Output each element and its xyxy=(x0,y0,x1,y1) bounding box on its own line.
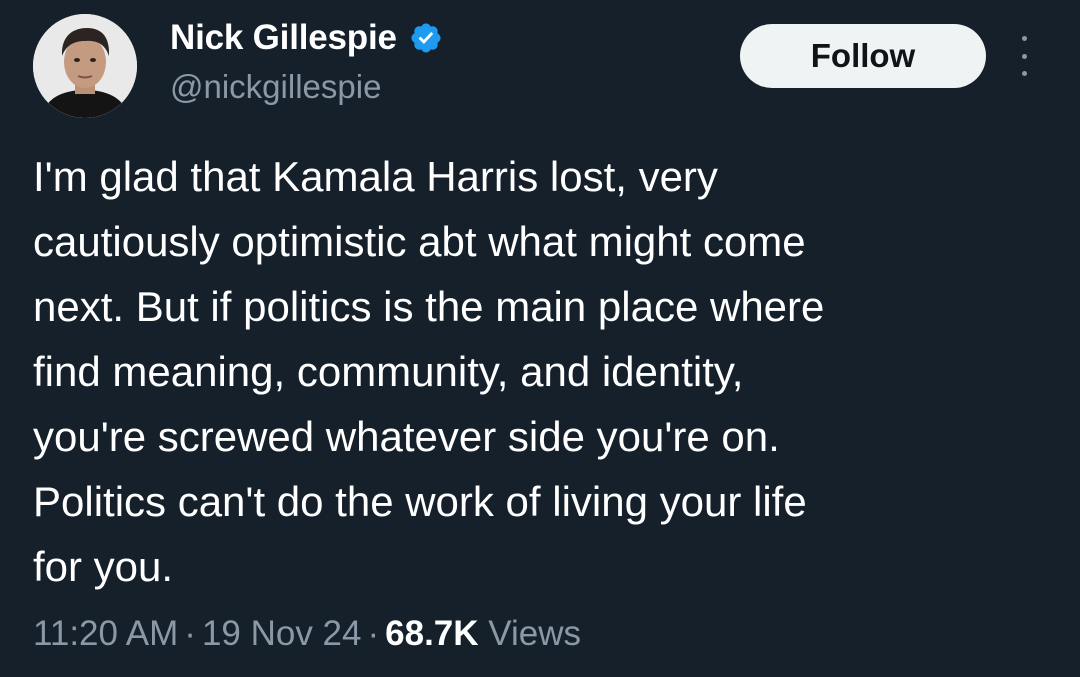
tweet-text-line: find meaning, community, and identity, xyxy=(33,348,744,395)
tweet-text-line: you're screwed whatever side you're on. xyxy=(33,413,780,460)
tweet-time[interactable]: 11:20 AM xyxy=(33,614,178,653)
views-label: Views xyxy=(488,614,582,653)
author-display-name[interactable]: Nick Gillespie xyxy=(170,18,397,58)
meta-separator: · xyxy=(184,614,196,653)
tweet-card: Nick Gillespie @nickgillespie Follow I'm… xyxy=(0,0,1080,677)
tweet-meta: 11:20 AM · 19 Nov 24 · 68.7K Views xyxy=(33,614,581,654)
verified-badge-icon[interactable] xyxy=(409,21,443,55)
avatar-image xyxy=(33,14,137,118)
more-icon-dot xyxy=(1021,53,1027,59)
tweet-text: I'm glad that Kamala Harris lost, very c… xyxy=(33,144,1043,599)
tweet-text-line: Politics can't do the work of living you… xyxy=(33,478,807,525)
more-icon-dot xyxy=(1021,71,1027,76)
views-count[interactable]: 68.7K xyxy=(385,614,478,653)
author-handle[interactable]: @nickgillespie xyxy=(170,68,443,106)
meta-separator: · xyxy=(367,614,380,653)
avatar[interactable] xyxy=(33,14,137,118)
tweet-text-line: I'm glad that Kamala Harris lost, very xyxy=(33,153,718,200)
author-block: Nick Gillespie @nickgillespie xyxy=(170,18,443,106)
tweet-text-line: for you. xyxy=(33,543,174,590)
author-name-row: Nick Gillespie xyxy=(170,18,443,58)
more-options-button[interactable] xyxy=(1010,36,1038,76)
tweet-date[interactable]: 19 Nov 24 xyxy=(202,614,362,653)
tweet-text-line: cautiously optimistic abt what might com… xyxy=(33,218,806,265)
follow-button[interactable]: Follow xyxy=(740,24,986,88)
tweet-text-line: next. But if politics is the main place … xyxy=(33,283,825,330)
more-icon-dot xyxy=(1021,36,1027,41)
